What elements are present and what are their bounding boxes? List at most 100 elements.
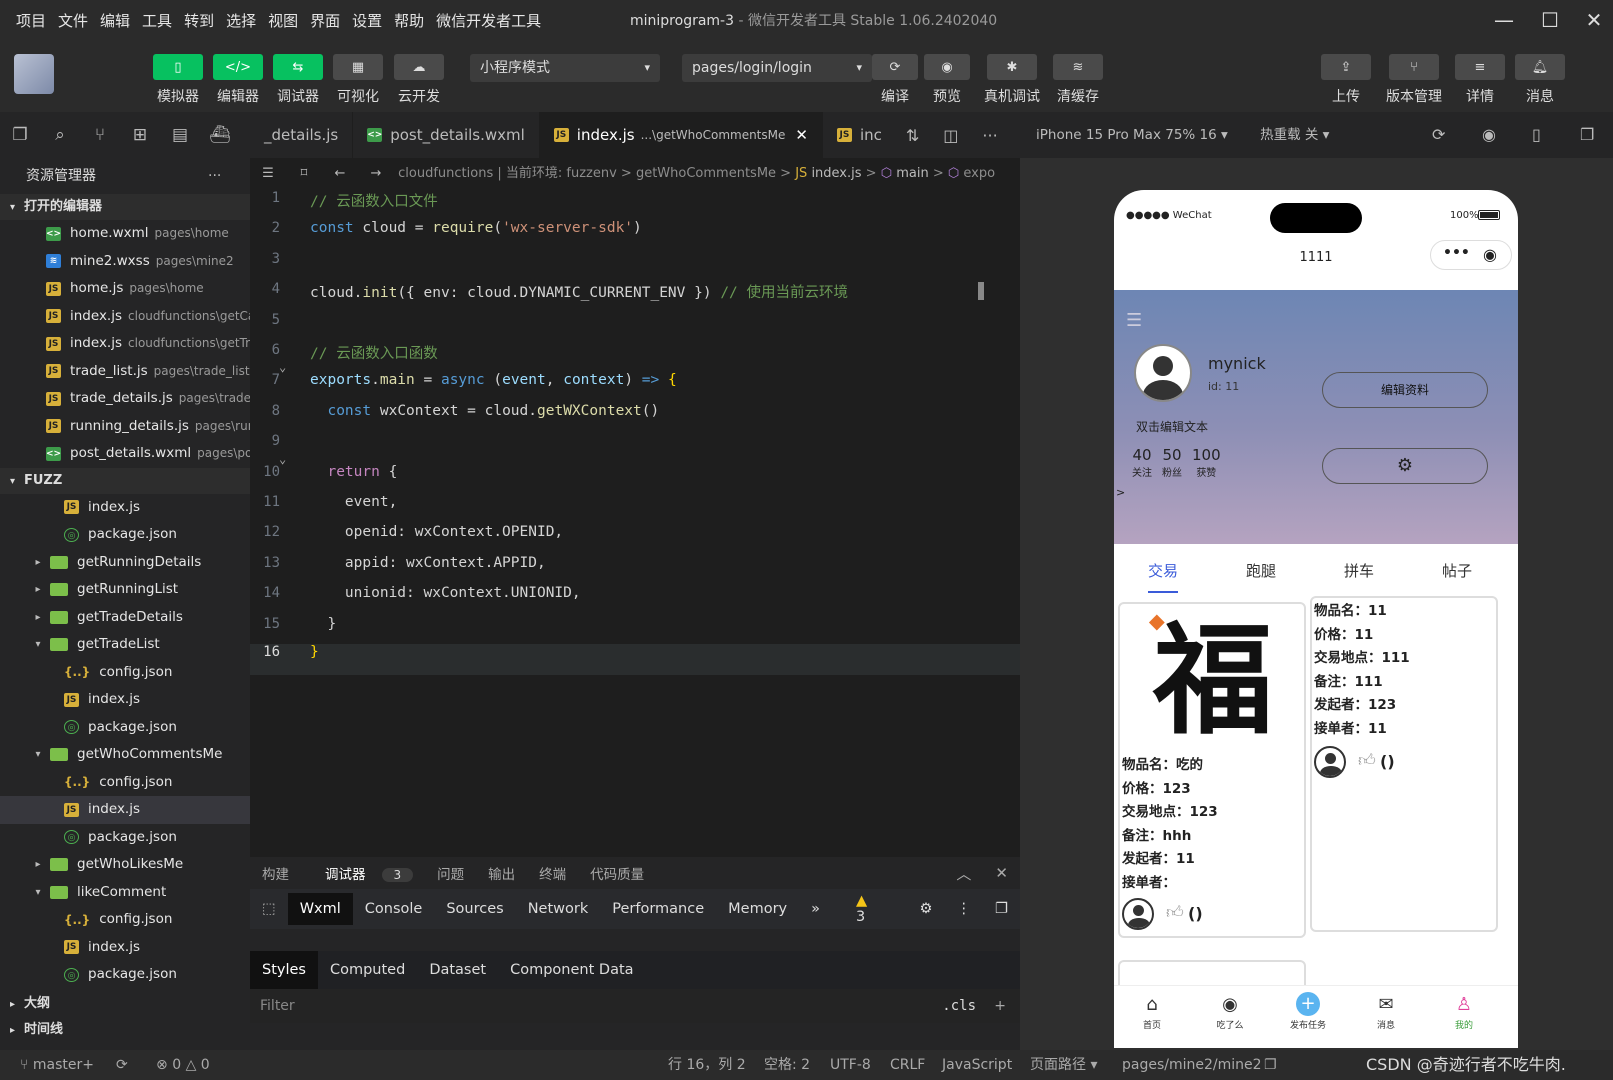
chevron-icon[interactable]: ▾ <box>26 631 50 659</box>
folder-item[interactable]: ▾ likeComment <box>0 879 250 907</box>
code-line[interactable]: event, <box>310 494 397 510</box>
open-editor-item[interactable]: ≋ mine2.wxss pages\mine2 <box>0 248 250 276</box>
encoding[interactable]: UTF-8 <box>830 1050 871 1080</box>
trade-card[interactable]: 物品名：11 价格：11 交易地点：111 备注：111 发起者：123 接单者：11 👍… <box>1310 596 1498 932</box>
code-line[interactable]: unionid: wxContext.UNIONID, <box>310 585 581 601</box>
menu-item[interactable]: 选择 <box>220 10 262 31</box>
menu-item[interactable]: 文件 <box>52 10 94 31</box>
tab-performance[interactable]: Performance <box>600 901 716 917</box>
code-line[interactable]: return { <box>310 464 397 480</box>
code-line[interactable]: // 云函数入口文件 <box>310 190 438 211</box>
user-avatar[interactable] <box>14 54 54 94</box>
file-item[interactable]: JS index.js <box>0 934 250 962</box>
tabbar-item[interactable]: ✉ 消息 <box>1356 992 1416 1031</box>
menu-item[interactable]: 项目 <box>10 10 52 31</box>
file-item[interactable]: {..} config.json <box>0 659 250 687</box>
tab-problems[interactable]: 问题 <box>425 863 476 883</box>
sync-icon[interactable]: ⟳ <box>116 1050 128 1080</box>
tab-trade[interactable]: 交易 <box>1148 560 1178 593</box>
page-path-select[interactable]: 页面路径 ▾ <box>1030 1050 1097 1080</box>
tab-index-js[interactable]: JS index.js ...\getWhoCommentsMe ✕ <box>539 112 823 158</box>
files-icon[interactable]: ❐ <box>0 125 40 145</box>
add-style-icon[interactable]: + <box>994 989 1006 1023</box>
search-icon[interactable]: ⌕ <box>40 125 80 145</box>
code-line[interactable]: // 云函数入口函数 <box>310 342 438 363</box>
bookmark-icon[interactable]: ⌑ <box>286 158 322 190</box>
like-icon[interactable]: 👍︎ <box>1166 902 1184 923</box>
device-icon[interactable]: ▯ <box>1532 112 1541 158</box>
code-line[interactable]: } <box>310 644 319 660</box>
code-line[interactable]: appid: wxContext.APPID, <box>310 555 546 571</box>
tab-dataset[interactable]: Dataset <box>417 962 498 978</box>
tabbar-item[interactable]: ♙ 我的 <box>1434 992 1494 1031</box>
cursor-position[interactable]: 行 16，列 2 <box>668 1050 746 1080</box>
tab-details-js[interactable]: _details.js <box>250 112 354 158</box>
file-item[interactable]: JS index.js <box>0 796 250 824</box>
folder-item[interactable]: ▸ getRunningList <box>0 576 250 604</box>
folder-item[interactable]: ▸ getWhoLikesMe <box>0 851 250 879</box>
chevron-icon[interactable]: ▸ <box>26 549 50 577</box>
code-line[interactable]: openid: wxContext.OPENID, <box>310 524 563 540</box>
menu-item[interactable]: 帮助 <box>388 10 430 31</box>
code-line[interactable]: cloud.init({ env: cloud.DYNAMIC_CURRENT_… <box>310 281 848 302</box>
problems-status[interactable]: ⊗ 0 △ 0 <box>156 1050 210 1080</box>
rotate-icon[interactable]: ⟳ <box>1432 112 1445 158</box>
tabbar-item[interactable]: + 发布任务 <box>1278 992 1338 1031</box>
like-icon[interactable]: 👍︎ <box>1358 750 1376 771</box>
menu-item[interactable]: 视图 <box>262 10 304 31</box>
menu-item[interactable]: 编辑 <box>94 10 136 31</box>
more-icon[interactable]: ··· <box>208 158 221 194</box>
chevron-icon[interactable]: ▸ <box>26 576 50 604</box>
tab-inc[interactable]: JS inc <box>823 112 896 158</box>
trade-card[interactable]: ⯁ 福 物品名：吃的 价格：123 交易地点：123 备注：hhh 发起者：11 接单者：… <box>1118 602 1306 938</box>
code-line[interactable]: const wxContext = cloud.getWXContext() <box>310 403 659 419</box>
page-select[interactable]: pages/login/login <box>682 54 872 82</box>
compile-button[interactable]: ⟳ 编译 <box>872 54 918 106</box>
fold-icon[interactable]: ⌄ <box>279 452 286 466</box>
folder-item[interactable]: ▸ getTradeDetails <box>0 604 250 632</box>
open-editor-item[interactable]: JS home.js pages\home <box>0 275 250 303</box>
chevron-icon[interactable]: ▸ <box>26 851 50 879</box>
settings-icon[interactable]: ⚙ <box>908 901 945 917</box>
tab-build[interactable]: 构建 <box>250 863 301 883</box>
tab-post-details[interactable]: <> post_details.wxml <box>353 112 540 158</box>
extensions-icon[interactable]: ⊞ <box>120 125 160 145</box>
editor-button[interactable]: </> 编辑器 <box>213 54 263 106</box>
signature-text[interactable]: 双击编辑文本 <box>1136 418 1208 435</box>
timeline-section[interactable]: ▸ 时间线 <box>0 1016 250 1043</box>
mode-select[interactable]: 小程序模式 <box>470 54 660 82</box>
hamburger-icon[interactable]: ☰ <box>1126 310 1142 331</box>
line-ending[interactable]: CRLF <box>890 1050 925 1080</box>
language-mode[interactable]: JavaScript <box>942 1050 1012 1080</box>
file-item[interactable]: JS index.js <box>0 686 250 714</box>
open-editor-item[interactable]: <> post_details.wxml pages\po... <box>0 440 250 468</box>
more-icon[interactable]: ••• <box>1443 245 1470 261</box>
menu-item[interactable]: 工具 <box>136 10 178 31</box>
compare-icon[interactable]: ⇅ <box>906 126 919 145</box>
settings-button[interactable]: ⚙ <box>1322 448 1488 484</box>
tab-console[interactable]: Console <box>353 901 435 917</box>
crumb-file[interactable]: index.js <box>811 166 861 181</box>
crumb-root[interactable]: cloudfunctions | 当前环境: fuzzenv <box>398 166 617 181</box>
tab-carpool[interactable]: 拼车 <box>1344 560 1374 581</box>
open-editor-item[interactable]: JS running_details.js pages\run... <box>0 413 250 441</box>
close-mp-icon[interactable]: ◉ <box>1483 245 1497 264</box>
collapse-icon[interactable]: ︿ <box>944 863 983 884</box>
capsule-button[interactable]: ••• ◉ <box>1430 240 1512 270</box>
tab-sources[interactable]: Sources <box>434 901 515 917</box>
kebab-icon[interactable]: ⋮ <box>945 901 984 917</box>
version-button[interactable]: ⑂ 版本管理 <box>1386 54 1442 106</box>
git-icon[interactable]: ⑂ <box>80 125 120 145</box>
crumb-symbol-2[interactable]: expo <box>963 166 995 181</box>
forward-icon[interactable]: → <box>358 158 394 190</box>
tab-posts[interactable]: 帖子 <box>1442 560 1472 581</box>
avatar[interactable] <box>1134 344 1192 402</box>
open-editor-item[interactable]: JS trade_list.js pages\trade_list <box>0 358 250 386</box>
tab-terminal[interactable]: 终端 <box>527 863 578 883</box>
open-editor-item[interactable]: <> home.wxml pages\home <box>0 220 250 248</box>
preview-button[interactable]: ◉ 预览 <box>924 54 970 106</box>
file-item[interactable]: ◎ package.json <box>0 521 250 549</box>
undock-icon[interactable]: ❐ <box>983 901 1020 917</box>
open-editor-item[interactable]: JS index.js cloudfunctions\getCa... <box>0 303 250 331</box>
crumb-symbol[interactable]: main <box>896 166 928 181</box>
